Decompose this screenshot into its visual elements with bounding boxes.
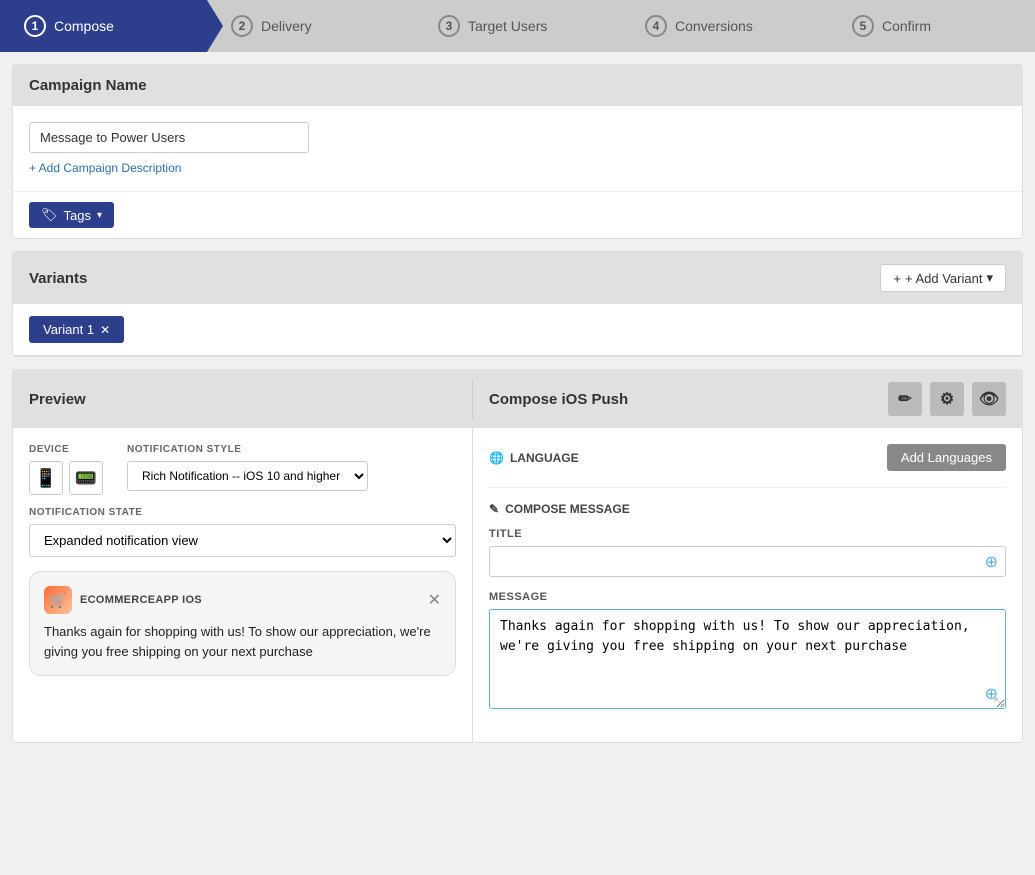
message-field-wrapper: Thanks again for shopping with us! To sh… bbox=[489, 609, 1006, 712]
step-label-confirm: Confirm bbox=[882, 18, 931, 34]
phone-icon: 📱 bbox=[35, 468, 57, 489]
split-body: DEVICE 📱 📟 NOTIFICATION STYLE bbox=[13, 428, 1022, 742]
step-label-target: Target Users bbox=[468, 18, 547, 34]
phone-icon-button[interactable]: 📱 bbox=[29, 461, 63, 495]
plus-circle-icon-title[interactable]: ⊕ bbox=[985, 552, 998, 572]
notification-state-control: NOTIFICATION STATE Expanded notification… bbox=[29, 507, 456, 557]
variants-card: Variants + + Add Variant ▾ Variant 1 ✕ bbox=[12, 251, 1023, 357]
wizard-step-conversions[interactable]: 4 Conversions bbox=[621, 0, 828, 52]
ios-app-icon: 🛒 bbox=[44, 586, 72, 614]
message-textarea[interactable]: Thanks again for shopping with us! To sh… bbox=[489, 609, 1006, 709]
language-text: LANGUAGE bbox=[510, 451, 579, 465]
campaign-name-card: Campaign Name + Add Campaign Description… bbox=[12, 64, 1023, 239]
compose-toolbar-icons: ✏ ⚙ 👁 bbox=[888, 382, 1006, 416]
pencil-icon-button[interactable]: ✏ bbox=[888, 382, 922, 416]
ios-close-icon[interactable]: ✕ bbox=[428, 590, 441, 610]
notification-style-label: NOTIFICATION STYLE bbox=[127, 444, 368, 455]
language-row: 🌐 LANGUAGE Add Languages bbox=[489, 444, 1006, 471]
variant-1-close-icon[interactable]: ✕ bbox=[100, 323, 110, 337]
pencil-icon: ✏ bbox=[898, 389, 911, 409]
compose-message-label-text: COMPOSE MESSAGE bbox=[505, 502, 630, 516]
add-variant-button[interactable]: + + Add Variant ▾ bbox=[880, 264, 1006, 292]
preview-panel-body: DEVICE 📱 📟 NOTIFICATION STYLE bbox=[13, 428, 473, 742]
eye-icon-button[interactable]: 👁 bbox=[972, 382, 1006, 416]
preview-compose-panel: Preview Compose iOS Push ✏ ⚙ 👁 bbox=[12, 369, 1023, 743]
step-label-delivery: Delivery bbox=[261, 18, 312, 34]
notification-state-select[interactable]: Expanded notification view bbox=[29, 524, 456, 557]
chevron-down-icon: ▾ bbox=[986, 270, 993, 286]
language-label: 🌐 LANGUAGE bbox=[489, 451, 579, 465]
tag-icon: 🏷 bbox=[41, 207, 58, 223]
compose-ios-title: Compose iOS Push bbox=[489, 391, 628, 408]
ios-notif-header: 🛒 ECOMMERCEAPP IOS ✕ bbox=[44, 586, 441, 614]
tablet-icon-button[interactable]: 📟 bbox=[69, 461, 103, 495]
step-num-2: 2 bbox=[231, 15, 253, 37]
variant-1-tab[interactable]: Variant 1 ✕ bbox=[29, 316, 124, 343]
split-header: Preview Compose iOS Push ✏ ⚙ 👁 bbox=[13, 370, 1022, 428]
ios-preview-box: 🛒 ECOMMERCEAPP IOS ✕ Thanks again for sh… bbox=[29, 571, 456, 676]
tablet-icon: 📟 bbox=[75, 468, 97, 489]
chevron-down-icon: ▾ bbox=[97, 210, 102, 221]
eye-icon: 👁 bbox=[979, 389, 999, 409]
resize-handle-icon: ⤡ bbox=[994, 695, 1004, 710]
variants-title: Variants bbox=[29, 270, 87, 287]
tags-button[interactable]: 🏷 Tags ▾ bbox=[29, 202, 114, 228]
device-label: DEVICE bbox=[29, 444, 103, 455]
campaign-name-input[interactable] bbox=[29, 122, 309, 153]
wizard-step-confirm[interactable]: 5 Confirm bbox=[828, 0, 1035, 52]
device-control: DEVICE 📱 📟 bbox=[29, 444, 103, 495]
variant-tabs-area: Variant 1 ✕ bbox=[13, 304, 1022, 356]
step-num-3: 3 bbox=[438, 15, 460, 37]
globe-icon: 🌐 bbox=[489, 451, 504, 465]
notification-state-label: NOTIFICATION STATE bbox=[29, 507, 456, 518]
ios-app-name: ECOMMERCEAPP IOS bbox=[80, 594, 202, 606]
wizard-step-delivery[interactable]: 2 Delivery bbox=[207, 0, 414, 52]
step-num-1: 1 bbox=[24, 15, 46, 37]
tags-section: 🏷 Tags ▾ bbox=[13, 191, 1022, 238]
add-languages-button[interactable]: Add Languages bbox=[887, 444, 1006, 471]
variants-header: Variants + + Add Variant ▾ bbox=[13, 252, 1022, 304]
wizard-step-target[interactable]: 3 Target Users bbox=[414, 0, 621, 52]
plus-icon: + bbox=[893, 271, 901, 286]
notification-style-select[interactable]: Rich Notification -- iOS 10 and higher bbox=[127, 461, 368, 491]
step-num-4: 4 bbox=[645, 15, 667, 37]
notification-style-control: NOTIFICATION STYLE Rich Notification -- … bbox=[127, 444, 368, 491]
message-field-label: MESSAGE bbox=[489, 591, 1006, 603]
preview-panel-header: Preview bbox=[13, 379, 473, 420]
ios-message-text: Thanks again for shopping with us! To sh… bbox=[44, 622, 441, 661]
step-num-5: 5 bbox=[852, 15, 874, 37]
compose-panel-body: 🌐 LANGUAGE Add Languages ✎ COMPOSE MESSA… bbox=[473, 428, 1022, 742]
tags-label: Tags bbox=[64, 208, 91, 223]
step-label-compose: Compose bbox=[54, 18, 114, 34]
variant-1-label: Variant 1 bbox=[43, 322, 94, 337]
gear-icon: ⚙ bbox=[940, 389, 954, 409]
preview-title: Preview bbox=[29, 391, 86, 408]
wizard-bar: 1 Compose 2 Delivery 3 Target Users 4 Co… bbox=[0, 0, 1035, 52]
campaign-name-header: Campaign Name bbox=[13, 65, 1022, 106]
gear-icon-button[interactable]: ⚙ bbox=[930, 382, 964, 416]
campaign-name-title: Campaign Name bbox=[29, 77, 147, 94]
compose-section-label: ✎ COMPOSE MESSAGE bbox=[489, 502, 1006, 516]
add-variant-label: + Add Variant bbox=[905, 271, 982, 286]
compose-panel-header: Compose iOS Push ✏ ⚙ 👁 bbox=[473, 370, 1022, 428]
device-icon-group: 📱 📟 bbox=[29, 461, 103, 495]
wizard-step-compose[interactable]: 1 Compose bbox=[0, 0, 207, 52]
compose-message-section: ✎ COMPOSE MESSAGE TITLE ⊕ MESSAGE Thanks… bbox=[489, 487, 1006, 712]
title-input[interactable] bbox=[489, 546, 1006, 577]
step-label-conversions: Conversions bbox=[675, 18, 753, 34]
add-description-link[interactable]: + Add Campaign Description bbox=[29, 161, 181, 175]
title-field-label: TITLE bbox=[489, 528, 1006, 540]
edit-icon: ✎ bbox=[489, 502, 499, 516]
title-field-wrapper: ⊕ bbox=[489, 546, 1006, 577]
ios-app-info: 🛒 ECOMMERCEAPP IOS bbox=[44, 586, 202, 614]
